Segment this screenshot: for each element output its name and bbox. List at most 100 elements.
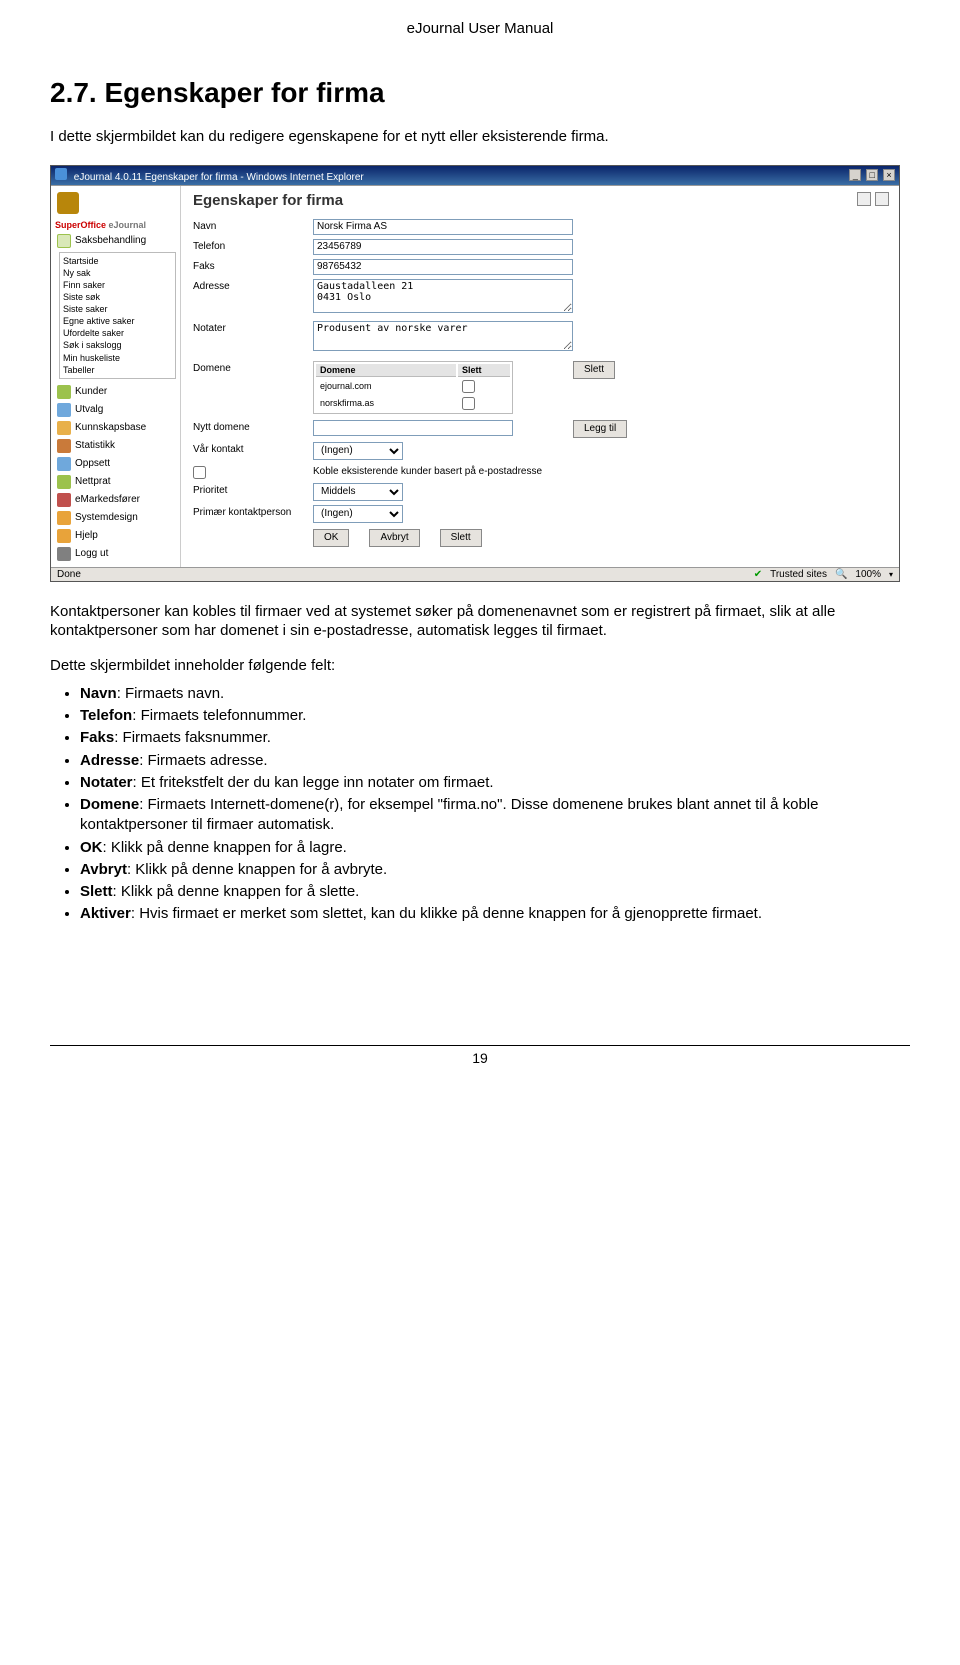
- sidebar-label: Kunnskapsbase: [75, 422, 146, 433]
- slett-button-bottom[interactable]: Slett: [440, 529, 482, 547]
- vaar-kontakt-label: Vår kontakt: [193, 442, 313, 455]
- list-item: OK: Klikk på denne knappen for å lagre.: [80, 838, 910, 858]
- sidebar-sub-item[interactable]: Søk i sakslogg: [63, 339, 172, 351]
- sidebar-item[interactable]: Statistikk: [55, 437, 180, 455]
- sidebar-label: Nettprat: [75, 476, 111, 487]
- window-title: eJournal 4.0.11 Egenskaper for firma - W…: [55, 168, 364, 183]
- intro-paragraph: I dette skjermbildet kan du redigere ege…: [50, 127, 910, 147]
- window-title-text: eJournal 4.0.11 Egenskaper for firma - W…: [74, 172, 364, 183]
- table-row: norskfirma.as: [316, 396, 510, 411]
- field-name: Adresse: [80, 752, 139, 769]
- minimize-icon[interactable]: _: [849, 169, 861, 181]
- sidebar-item[interactable]: eMarkedsfører: [55, 491, 180, 509]
- adresse-input[interactable]: [313, 279, 573, 313]
- field-name: Notater: [80, 774, 133, 791]
- document-icon: [57, 234, 71, 248]
- folder-icon: [57, 547, 71, 561]
- sidebar-sub-item[interactable]: Finn saker: [63, 279, 172, 291]
- vaar-kontakt-select[interactable]: (Ingen): [313, 442, 403, 460]
- sidebar-item[interactable]: Utvalg: [55, 401, 180, 419]
- domene-th-slett: Slett: [458, 364, 510, 377]
- koble-checkbox[interactable]: [193, 466, 206, 479]
- sidebar-item[interactable]: Hjelp: [55, 527, 180, 545]
- sidebar-sub-item[interactable]: Tabeller: [63, 364, 172, 376]
- folder-icon: [57, 511, 71, 525]
- sidebar: SuperOffice eJournal Saksbehandling Star…: [51, 186, 181, 567]
- sidebar-item[interactable]: Systemdesign: [55, 509, 180, 527]
- telefon-label: Telefon: [193, 239, 313, 252]
- field-name: OK: [80, 839, 103, 856]
- slett-button[interactable]: Slett: [573, 361, 615, 379]
- list-item: Slett: Klikk på denne knappen for å slet…: [80, 882, 910, 902]
- navn-input[interactable]: [313, 219, 573, 235]
- koble-label: Koble eksisterende kunder basert på e-po…: [313, 464, 542, 477]
- sidebar-sub-item[interactable]: Siste saker: [63, 303, 172, 315]
- zoom-icon: 🔍: [835, 569, 847, 580]
- sidebar-sub-item[interactable]: Ny sak: [63, 267, 172, 279]
- sidebar-item-saksbehandling[interactable]: Saksbehandling: [55, 232, 180, 250]
- notater-label: Notater: [193, 321, 313, 334]
- brand-ejournal: eJournal: [109, 220, 147, 230]
- sidebar-item[interactable]: Kunder: [55, 383, 180, 401]
- list-item: Avbryt: Klikk på denne knappen for å avb…: [80, 860, 910, 880]
- field-name: Domene: [80, 796, 139, 813]
- slett-checkbox[interactable]: [462, 380, 475, 393]
- prioritet-select[interactable]: Middels: [313, 483, 403, 501]
- list-item: Faks: Firmaets faksnummer.: [80, 728, 910, 748]
- telefon-input[interactable]: [313, 239, 573, 255]
- status-done: Done: [57, 569, 81, 580]
- sidebar-label: eMarkedsfører: [75, 494, 140, 505]
- faks-label: Faks: [193, 259, 313, 272]
- legg-til-button[interactable]: Legg til: [573, 420, 627, 438]
- sidebar-item[interactable]: Logg ut: [55, 545, 180, 563]
- window-controls[interactable]: _ □ ×: [847, 169, 895, 181]
- sidebar-sub-item[interactable]: Siste søk: [63, 291, 172, 303]
- prioritet-label: Prioritet: [193, 483, 313, 496]
- chevron-down-icon: ▾: [889, 570, 893, 579]
- nytt-domene-input[interactable]: [313, 420, 513, 436]
- faks-input[interactable]: [313, 259, 573, 275]
- sidebar-label: Saksbehandling: [75, 235, 146, 246]
- close-icon[interactable]: ×: [883, 169, 895, 181]
- avbryt-button[interactable]: Avbryt: [369, 529, 419, 547]
- ok-button[interactable]: OK: [313, 529, 349, 547]
- domene-cell: norskfirma.as: [316, 396, 456, 411]
- brand-text: SuperOffice eJournal: [55, 220, 180, 230]
- page-number: 19: [50, 1050, 910, 1066]
- status-zoom: 100%: [855, 569, 881, 580]
- content-panel: Egenskaper for firma Navn Telefon Faks A…: [181, 186, 899, 567]
- list-item: Navn: Firmaets navn.: [80, 684, 910, 704]
- list-item: Telefon: Firmaets telefonnummer.: [80, 706, 910, 726]
- notater-input[interactable]: [313, 321, 573, 351]
- sidebar-item[interactable]: Kunnskapsbase: [55, 419, 180, 437]
- sidebar-sub-item[interactable]: Startside: [63, 255, 172, 267]
- sidebar-item[interactable]: Oppsett: [55, 455, 180, 473]
- navn-label: Navn: [193, 219, 313, 232]
- search-icon[interactable]: [875, 192, 889, 206]
- sidebar-sub-item[interactable]: Min huskeliste: [63, 352, 172, 364]
- maximize-icon[interactable]: □: [866, 169, 878, 181]
- sidebar-submenu: StartsideNy sakFinn sakerSiste søkSiste …: [59, 252, 176, 379]
- field-list: Navn: Firmaets navn.Telefon: Firmaets te…: [80, 684, 910, 925]
- toolbar-icons: [857, 192, 889, 206]
- fields-intro: Dette skjermbildet inneholder følgende f…: [50, 657, 910, 674]
- nytt-domene-label: Nytt domene: [193, 420, 313, 433]
- sidebar-sub-item[interactable]: Ufordelte saker: [63, 327, 172, 339]
- window-titlebar: eJournal 4.0.11 Egenskaper for firma - W…: [51, 166, 899, 185]
- folder-icon: [57, 421, 71, 435]
- status-trust: Trusted sites: [770, 569, 827, 580]
- post-screenshot-paragraph: Kontaktpersoner kan kobles til firmaer v…: [50, 602, 910, 641]
- adresse-label: Adresse: [193, 279, 313, 292]
- list-item: Notater: Et fritekstfelt der du kan legg…: [80, 773, 910, 793]
- ie-icon: [55, 168, 67, 180]
- status-bar: Done ✔ Trusted sites 🔍 100% ▾: [51, 567, 899, 581]
- sidebar-item[interactable]: Nettprat: [55, 473, 180, 491]
- slett-checkbox[interactable]: [462, 397, 475, 410]
- sidebar-sub-item[interactable]: Egne aktive saker: [63, 315, 172, 327]
- primaer-select[interactable]: (Ingen): [313, 505, 403, 523]
- sidebar-label: Kunder: [75, 386, 107, 397]
- field-name: Navn: [80, 685, 117, 702]
- field-name: Telefon: [80, 707, 132, 724]
- domene-label: Domene: [193, 361, 313, 374]
- print-icon[interactable]: [857, 192, 871, 206]
